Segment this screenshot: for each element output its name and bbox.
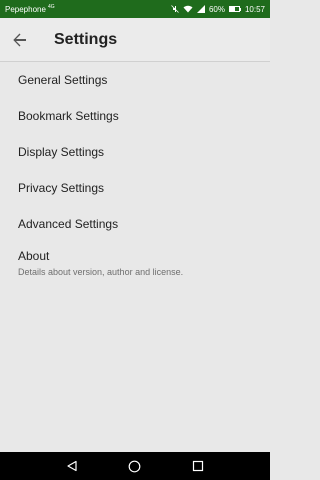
network-type: 4G xyxy=(47,4,55,10)
bookmark-settings-item[interactable]: Bookmark Settings xyxy=(0,98,270,134)
nav-home-button[interactable] xyxy=(125,456,145,476)
about-item[interactable]: About Details about version, author and … xyxy=(0,242,270,284)
about-summary: Details about version, author and licens… xyxy=(18,267,184,277)
about-label: About xyxy=(18,249,50,263)
display-settings-label: Display Settings xyxy=(18,144,105,159)
display-settings-item[interactable]: Display Settings xyxy=(0,134,270,170)
advanced-settings-item[interactable]: Advanced Settings xyxy=(0,206,270,242)
privacy-settings-item[interactable]: Privacy Settings xyxy=(0,170,270,206)
nav-recents-button[interactable] xyxy=(188,456,208,476)
settings-list: General Settings Bookmark Settings Displ… xyxy=(0,62,270,284)
back-triangle-icon xyxy=(67,460,77,472)
battery-percent: 60% xyxy=(208,4,225,14)
app-screen: Pepephone 4G 60% 10:57 Settings General … xyxy=(0,0,270,480)
privacy-settings-label: Privacy Settings xyxy=(18,180,105,195)
system-nav-bar xyxy=(0,452,270,480)
mute-icon xyxy=(171,5,179,13)
home-circle-icon xyxy=(129,460,141,472)
arrow-back-icon xyxy=(13,33,26,47)
wifi-icon xyxy=(183,5,193,13)
carrier-name: Pepephone xyxy=(5,4,46,14)
signal-icon xyxy=(196,5,205,13)
back-button[interactable] xyxy=(8,28,32,52)
battery-tip xyxy=(239,7,241,11)
status-right: 60% 10:57 xyxy=(171,5,265,14)
general-settings-item[interactable]: General Settings xyxy=(0,62,270,98)
recents-square-icon xyxy=(193,460,204,472)
bookmark-settings-label: Bookmark Settings xyxy=(18,108,119,123)
app-bar: Settings xyxy=(0,18,270,62)
battery-body xyxy=(228,6,240,12)
page-title: Settings xyxy=(54,31,118,48)
nav-back-button[interactable] xyxy=(62,456,82,476)
advanced-settings-label: Advanced Settings xyxy=(18,216,119,231)
status-bar: Pepephone 4G 60% 10:57 xyxy=(0,0,270,18)
general-settings-label: General Settings xyxy=(18,72,108,87)
status-left: Pepephone 4G xyxy=(5,4,55,14)
battery-fill xyxy=(229,7,236,11)
clock: 10:57 xyxy=(244,4,265,14)
battery-icon xyxy=(228,6,241,12)
